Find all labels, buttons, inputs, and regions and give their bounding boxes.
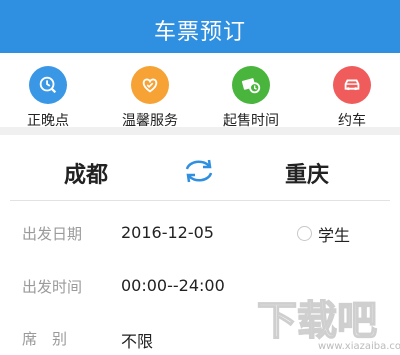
seat-label: 席 别 <box>22 330 68 348</box>
route-selector: 成都 重庆 <box>0 143 400 200</box>
quick-label-punctuality: 正晚点 <box>27 113 69 129</box>
student-label[interactable]: 学生 <box>318 222 350 246</box>
swap-icon[interactable] <box>181 157 217 185</box>
quick-label-service: 温馨服务 <box>122 113 178 129</box>
page-title: 车票预订 <box>153 19 246 45</box>
divider <box>10 200 390 201</box>
app-header: 车票预订 <box>0 6 400 53</box>
arrival-city[interactable]: 重庆 <box>285 157 329 189</box>
car-icon <box>333 66 371 104</box>
date-field[interactable]: 2016-12-05 <box>121 223 214 242</box>
watermark-url: www.xiazaiba.com <box>318 341 400 352</box>
quick-item-car[interactable]: 约车 <box>307 66 397 130</box>
watermark-text: 下载吧 <box>257 298 377 342</box>
quick-item-service[interactable]: 温馨服务 <box>105 66 195 130</box>
date-label: 出发日期 <box>22 225 83 243</box>
clock-search-icon <box>29 66 67 104</box>
time-label: 出发时间 <box>22 278 83 296</box>
quick-item-sale-time[interactable]: 起售时间 <box>206 66 296 130</box>
quick-label-sale-time: 起售时间 <box>223 113 279 129</box>
departure-city[interactable]: 成都 <box>64 157 108 189</box>
quick-label-car: 约车 <box>338 113 366 129</box>
student-checkbox[interactable] <box>297 226 312 241</box>
heart-hand-icon <box>131 66 169 104</box>
seat-field[interactable]: 不限 <box>121 328 153 352</box>
quick-item-punctuality[interactable]: 正晚点 <box>3 66 93 130</box>
watermark-logo: 下载吧 <box>255 292 385 345</box>
ticket-clock-icon <box>232 66 270 104</box>
quick-menu: 正晚点 温馨服务 起售时间 约车 <box>0 53 400 135</box>
time-field[interactable]: 00:00--24:00 <box>121 276 225 295</box>
